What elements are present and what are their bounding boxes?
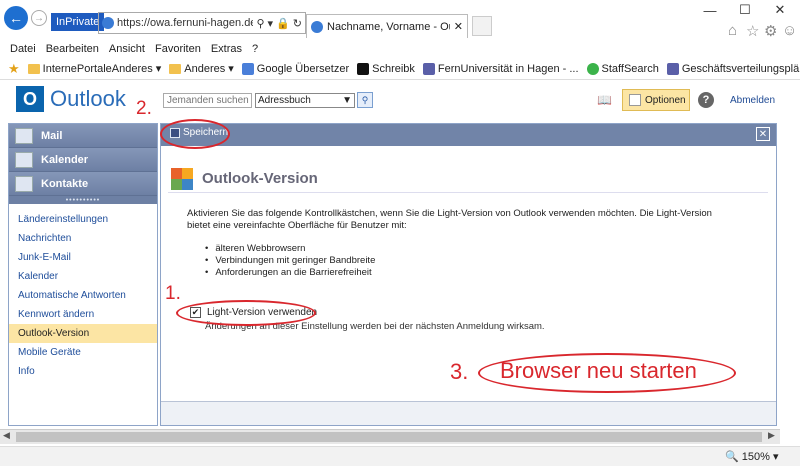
scrollbar-thumb[interactable] [16, 432, 762, 442]
content-toolbar [161, 124, 776, 146]
nav-item-nachrichten[interactable]: Nachrichten [9, 229, 157, 248]
fav-schreibk[interactable]: Schreibk [357, 62, 415, 75]
navigation-pane: Mail Kalender Kontakte •••••••••• Länder… [8, 123, 158, 426]
addressbook-icon[interactable]: 📖 [597, 93, 612, 107]
nav-section-calendar[interactable]: Kalender [9, 148, 157, 172]
lock-icon: 🔒 [276, 17, 290, 30]
ie-icon [102, 17, 114, 29]
menu-extras[interactable]: Extras [211, 43, 242, 55]
favorites-bar: ★ InternePortaleAnderes ▾ Anderes ▾ Google… [0, 58, 800, 80]
outlook-logo: O Outlook [16, 86, 126, 112]
fav-fernuni[interactable]: FernUniversität in Hagen - ... [422, 62, 579, 75]
nav-item-mobile-geraete[interactable]: Mobile Geräte [9, 343, 157, 362]
search-icon[interactable]: ⚲ [357, 92, 373, 108]
nav-resize-grip[interactable]: •••••••••• [9, 196, 157, 204]
fav-google-uebersetzer[interactable]: Google Übersetzer [241, 62, 349, 75]
nav-item-kennwort-aendern[interactable]: Kennwort ändern [9, 305, 157, 324]
menu-datei[interactable]: Datei [10, 43, 36, 55]
office-version-icon [171, 168, 193, 190]
list-item: älteren Webbrowsern [205, 243, 375, 255]
annotation-restart-text: Browser neu starten [500, 358, 697, 383]
star-icon[interactable]: ☆ [746, 22, 759, 40]
d-icon [357, 62, 370, 75]
inprivate-badge: InPrivate [51, 13, 105, 31]
list-item: Anforderungen an die Barrierefreiheit [205, 267, 375, 279]
fernuni-icon [666, 62, 679, 75]
annotation-oval-checkbox [176, 300, 316, 326]
menu-ansicht[interactable]: Ansicht [109, 43, 145, 55]
url-text: https://owa.fernuni-hagen.de/c [117, 17, 254, 29]
annotation-step-3: 3. [450, 359, 469, 384]
search-icon[interactable]: ⚲ [256, 17, 264, 30]
nav-section-mail[interactable]: Mail [9, 124, 157, 148]
nav-item-laendereinstellungen[interactable]: Ländereinstellungen [9, 210, 157, 229]
status-bar [0, 446, 800, 466]
home-icon[interactable]: ⌂ [728, 22, 737, 39]
feature-list: älteren Webbrowsern Verbindungen mit ger… [205, 243, 375, 279]
outlook-logo-icon: O [16, 86, 44, 112]
signout-link[interactable]: Abmelden [730, 95, 775, 106]
favorites-star-icon[interactable]: ★ [8, 61, 20, 77]
close-icon[interactable]: ✕ [756, 127, 770, 141]
new-tab-button[interactable] [472, 16, 492, 36]
menu-bearbeiten[interactable]: Bearbeiten [46, 43, 99, 55]
back-arrow-icon[interactable]: ← [4, 6, 28, 30]
description-text: Aktivieren Sie das folgende Kontrollkäst… [187, 208, 712, 231]
contacts-icon [15, 175, 33, 192]
annotation-step-1: 1. [165, 283, 181, 304]
content-footer [161, 401, 776, 425]
annotation-step-2: 2. [136, 98, 152, 119]
fernuni-icon [422, 62, 435, 75]
chevron-down-icon: ▼ [342, 95, 352, 106]
calendar-icon [15, 151, 33, 168]
page-title: Outlook-Version [202, 170, 318, 187]
address-bar[interactable]: https://owa.fernuni-hagen.de/c ⚲ ▾ 🔒 ↻ [98, 12, 306, 34]
scroll-left-icon[interactable]: ◀ [3, 430, 10, 441]
staffsearch-icon [586, 62, 599, 75]
fav-geschaeftsverteilung[interactable]: Geschäftsverteilungspläne (... [666, 62, 800, 75]
addressbook-select[interactable]: Adressbuch ▼ [255, 93, 355, 108]
annotation-oval-save [160, 119, 230, 149]
menu-help[interactable]: ? [252, 43, 258, 55]
chevron-down-icon: ▾ [772, 451, 779, 463]
title-divider [168, 192, 768, 193]
tab-title: Nachname, Vorname - Outlo... [327, 20, 450, 33]
browser-tab[interactable]: Nachname, Vorname - Outlo... ✕ [306, 14, 468, 38]
menu-bar: Datei Bearbeiten Ansicht Favoriten Extra… [0, 40, 800, 58]
maximize-icon[interactable]: ☐ [727, 0, 763, 20]
ie-tab-icon [311, 20, 323, 33]
gear-icon[interactable]: ⚙ [764, 22, 777, 40]
mail-icon [15, 127, 33, 144]
nav-item-outlook-version[interactable]: Outlook-Version [9, 324, 157, 343]
dropdown-icon[interactable]: ▾ [268, 17, 274, 30]
zoom-icon: 🔍 [725, 451, 739, 463]
close-window-icon[interactable]: ✕ [762, 0, 798, 20]
fav-staffsearch[interactable]: StaffSearch [586, 62, 659, 75]
options-button[interactable]: Optionen [622, 89, 690, 111]
close-tab-icon[interactable]: ✕ [454, 20, 463, 33]
refresh-icon[interactable]: ↻ [293, 17, 302, 30]
nav-item-junk-email[interactable]: Junk-E-Mail [9, 248, 157, 267]
folder-icon [27, 63, 40, 74]
zoom-level[interactable]: 🔍 150% ▾ [725, 450, 779, 463]
nav-item-info[interactable]: Info [9, 362, 157, 381]
smiley-icon[interactable]: ☺ [782, 22, 797, 39]
nav-section-contacts[interactable]: Kontakte [9, 172, 157, 196]
forward-arrow-icon[interactable]: → [31, 10, 47, 26]
fav-interneportale[interactable]: InternePortaleAnderes ▾ [27, 62, 161, 75]
minimize-icon[interactable]: — [692, 0, 728, 20]
people-search-input[interactable] [163, 93, 252, 108]
translate-icon [241, 62, 254, 75]
menu-favoriten[interactable]: Favoriten [155, 43, 201, 55]
nav-item-kalender[interactable]: Kalender [9, 267, 157, 286]
options-icon [629, 94, 641, 106]
fav-anderes[interactable]: Anderes ▾ [169, 62, 234, 75]
scroll-right-icon[interactable]: ▶ [768, 430, 775, 441]
folder-icon [169, 63, 182, 74]
nav-item-automatische-antworten[interactable]: Automatische Antworten [9, 286, 157, 305]
help-icon[interactable]: ? [698, 92, 714, 108]
list-item: Verbindungen mit geringer Bandbreite [205, 255, 375, 267]
